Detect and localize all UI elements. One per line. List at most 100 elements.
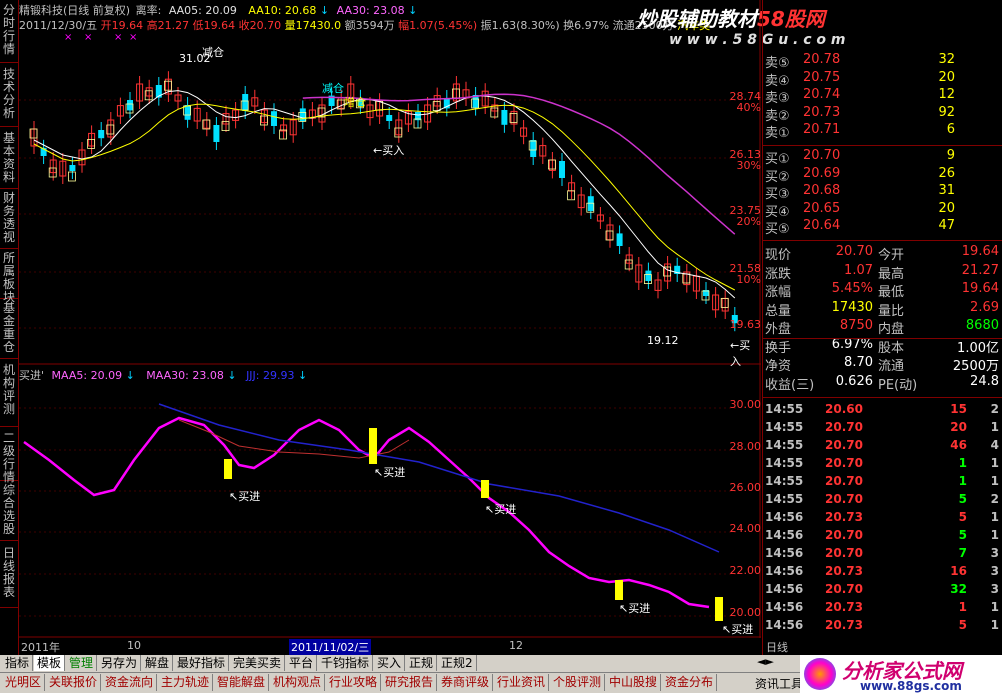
signal-marker: × xyxy=(129,32,137,43)
info-tab-3[interactable]: 资金流向 xyxy=(102,674,158,691)
indicator-axis-label: 30.00 xyxy=(729,398,762,411)
left-tab-2[interactable]: 技术分析 xyxy=(0,66,18,127)
toolbar-tab-4[interactable]: 另存为 xyxy=(98,655,142,671)
quote-l1: 外盘 xyxy=(765,322,792,337)
buy-order-row: 买④ 20.65 20 xyxy=(763,200,1002,220)
info-tab-13[interactable]: 资金分布 xyxy=(662,674,718,691)
candle-body xyxy=(559,161,565,178)
info-tab-8[interactable]: 研究报告 xyxy=(382,674,438,691)
order-vol: 20 xyxy=(938,200,955,216)
buy-signal-bar xyxy=(369,428,377,464)
tools-link[interactable]: 资讯工具 xyxy=(755,675,803,692)
info-tab-6[interactable]: 机构观点 xyxy=(270,674,326,691)
order-name: 卖⑤ xyxy=(765,56,790,71)
toolbar-tab-11[interactable]: 正规 xyxy=(406,655,438,671)
tick-n: 1 xyxy=(990,420,999,434)
tick-n: 3 xyxy=(990,582,999,596)
logo-url: www.88gs.com xyxy=(860,679,962,693)
order-price: 20.64 xyxy=(803,218,841,233)
tick-row: 14:55 20.70 5 2 xyxy=(763,491,1002,509)
quote-l1: 涨跌 xyxy=(765,266,792,282)
buy-signal-text: 买进 xyxy=(238,490,261,503)
left-tab-9[interactable]: 综合选股 xyxy=(0,482,18,541)
left-tab-5[interactable]: 所属板块 xyxy=(0,250,18,304)
left-tab-4[interactable]: 财务透视 xyxy=(0,190,18,249)
buy-signal-text: 买进 xyxy=(494,503,517,516)
quote-l1: 涨幅 xyxy=(765,285,792,300)
order-vol: 26 xyxy=(938,165,955,181)
info-tab-9[interactable]: 券商评级 xyxy=(438,674,494,691)
tick-row: 14:56 20.70 32 3 xyxy=(763,581,1002,599)
info-tab-12[interactable]: 中山股搜 xyxy=(606,674,662,691)
bottom-toolbar: 指标 模板 管理 另存为 解盘 最好指标 完美买卖 平台 千钧指标 买入 正规 正规2 光明区 关联报价… xyxy=(0,655,1002,693)
info-tab-5[interactable]: 智能解盘 xyxy=(214,674,270,691)
order-price: 20.68 xyxy=(803,183,841,198)
tick-p: 20.73 xyxy=(825,564,863,578)
quote-row: 外盘 8750 内盘 8680 xyxy=(763,318,1002,337)
quote-row: 换手 6.97% 股本 1.00亿 xyxy=(763,337,1002,356)
toolbar-tab-10[interactable]: 买入 xyxy=(374,655,406,671)
tick-v: 1 xyxy=(958,474,967,488)
toolbar-tab-12[interactable]: 正规2 xyxy=(438,655,477,671)
quote-v2: 19.64 xyxy=(961,281,999,296)
toolbar-tab-6[interactable]: 最好指标 xyxy=(174,655,230,671)
signal-marker: × xyxy=(114,32,122,43)
toolbar-tab-5[interactable]: 解盘 xyxy=(142,655,174,671)
left-tab-10[interactable]: 日线报表 xyxy=(0,545,18,608)
chart-area[interactable]: 精锻科技(日线 前复权) 离率: AA05: 20.09 AA10: 20.68… xyxy=(19,0,846,655)
order-price: 20.75 xyxy=(803,69,841,85)
tick-v: 7 xyxy=(958,546,967,560)
tick-t: 14:56 xyxy=(765,582,804,596)
info-tab-4[interactable]: 主力轨迹 xyxy=(158,674,214,691)
left-tab-7[interactable]: 机构评测 xyxy=(0,362,18,427)
tick-v: 1 xyxy=(958,600,967,614)
info-tab-1[interactable]: 光明区 xyxy=(2,674,46,691)
info-tab-7[interactable]: 行业攻略 xyxy=(326,674,382,691)
window-controls[interactable]: ◄► xyxy=(757,655,797,668)
buy-signal-label: ↖买进 xyxy=(485,501,516,517)
buy-signal-text: 买进 xyxy=(383,466,406,479)
quote-l1: 现价 xyxy=(765,248,792,263)
toolbar-tab-9[interactable]: 千钧指标 xyxy=(318,655,374,671)
sell-order-row: 卖④ 20.75 20 xyxy=(763,69,1002,89)
tick-row: 14:55 20.70 1 1 xyxy=(763,473,1002,491)
tick-n: 3 xyxy=(990,546,999,560)
quote-row: 收益(三) 0.626 PE(动) 24.8 xyxy=(763,374,1002,393)
tick-p: 20.70 xyxy=(825,420,863,434)
quote-l2: 量比 xyxy=(878,303,905,319)
buy-signal-label: ↖买进 xyxy=(374,464,405,480)
toolbar-tab-8[interactable]: 平台 xyxy=(286,655,318,671)
quote-row: 净资 8.70 流通 2500万 xyxy=(763,355,1002,374)
order-vol: 6 xyxy=(946,122,955,137)
toolbar-tab-1[interactable]: 指标 xyxy=(2,655,34,671)
toolbar-tab-7[interactable]: 完美买卖 xyxy=(230,655,286,671)
left-tab-1[interactable]: 分时行情 xyxy=(0,2,18,63)
info-tab-2[interactable]: 关联报价 xyxy=(46,674,102,691)
tick-v: 16 xyxy=(950,564,967,578)
quote-row: 涨跌 1.07 最高 21.27 xyxy=(763,263,1002,282)
info-tab-11[interactable]: 个股评测 xyxy=(550,674,606,691)
toolbar-tab-3[interactable]: 管理 xyxy=(66,655,98,671)
toolbar-tab-2[interactable]: 模板 xyxy=(34,655,66,671)
buy-signal-label: ↖买进 xyxy=(619,600,650,616)
candle-body xyxy=(127,100,133,111)
order-price: 20.65 xyxy=(803,200,841,216)
order-vol: 31 xyxy=(938,183,955,198)
tick-v: 5 xyxy=(958,510,967,524)
indicator-main-line xyxy=(23,416,710,609)
left-tab-8[interactable]: 二级行情 xyxy=(0,430,18,484)
time-axis-month: 10 xyxy=(127,639,141,652)
indicator-axis-label: 28.00 xyxy=(729,440,762,453)
tick-n: 1 xyxy=(990,456,999,470)
left-tab-3[interactable]: 基本资料 xyxy=(0,130,18,189)
info-tab-10[interactable]: 行业资讯 xyxy=(494,674,550,691)
time-axis-year: 2011年 xyxy=(21,641,60,654)
plus-icon[interactable]: ► xyxy=(765,655,773,668)
kline-chart[interactable]: × × × × xyxy=(19,0,761,640)
logo-icon xyxy=(804,658,836,690)
arrow-icon: ↖ xyxy=(619,602,629,615)
left-tab-6[interactable]: 基金重仓 xyxy=(0,300,18,359)
order-name: 买⑤ xyxy=(765,222,790,237)
tick-p: 20.70 xyxy=(825,456,863,470)
order-name: 买① xyxy=(765,152,790,167)
